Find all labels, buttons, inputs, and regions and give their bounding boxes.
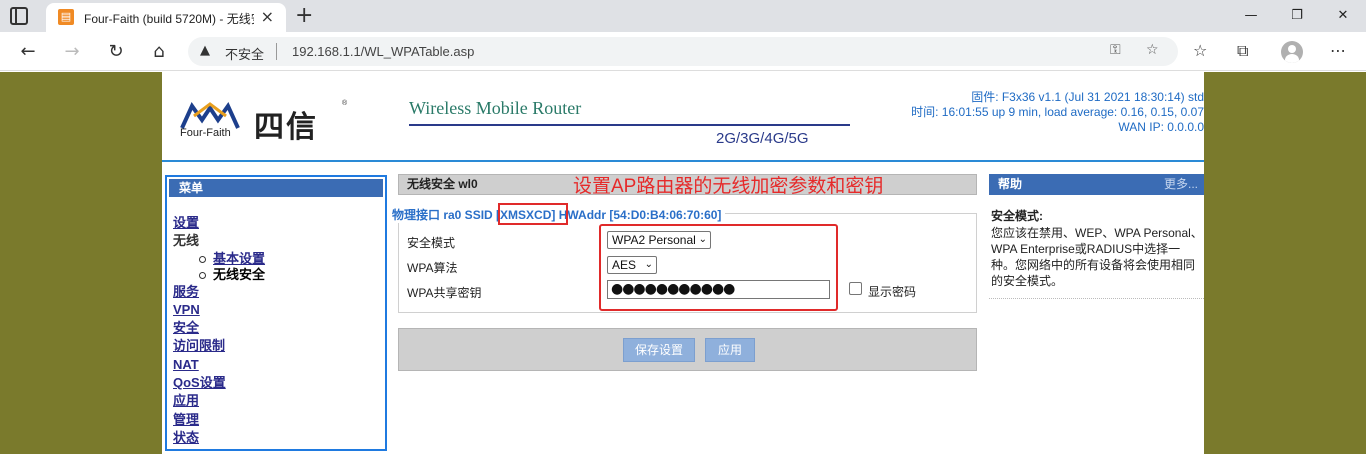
menu-item-nat[interactable]: NAT [173,356,383,374]
router-favicon-icon: ▤ [58,9,74,25]
browser-tab-bar: ▤ Four-Faith (build 5720M) - 无线安全 × + — … [0,0,1366,32]
router-page: 四信 Four-Faith ® Wireless Mobile Router 2… [162,72,1204,454]
psk-label: WPA共享密钥 [407,286,482,300]
product-name: Wireless Mobile Router [409,98,582,118]
menu-item-applications[interactable]: 应用 [173,392,383,410]
header-divider [162,160,1204,162]
firmware-version: 固件: F3x36 v1.1 (Jul 31 2021 18:30:14) st… [971,90,1204,104]
address-divider [276,43,277,60]
product-underline [409,124,850,126]
forward-icon: → [64,41,80,62]
close-window-icon[interactable]: ✕ [1320,0,1366,32]
help-more-link[interactable]: 更多... [1164,174,1198,195]
menu-item-setup[interactable]: 设置 [173,214,383,232]
browser-toolbar: ← → ↻ ⌂ ▲ 不安全 192.168.1.1/WL_WPATable.as… [0,32,1366,71]
menu-item-services[interactable]: 服务 [173,283,383,301]
save-settings-button[interactable]: 保存设置 [623,338,695,362]
submenu-item-wireless-security: 无线安全 [197,267,383,283]
menu-item-access-restrictions[interactable]: 访问限制 [173,337,383,355]
submenu-item-basic-settings[interactable]: 基本设置 [197,251,383,267]
settings-highlight-box [599,224,838,311]
address-bar[interactable]: ▲ 不安全 192.168.1.1/WL_WPATable.asp ⚿ ☆ [188,37,1178,66]
security-mode-label: 安全模式 [407,236,456,250]
logo-text-cn: 四信 [254,110,318,145]
window-controls: — ❐ ✕ [1228,0,1366,32]
new-tab-icon[interactable]: + [295,3,313,28]
help-title: 帮助 [998,177,1023,191]
help-title-bar: 帮助 更多... [989,174,1204,195]
menu-item-security[interactable]: 安全 [173,319,383,337]
menu-item-vpn[interactable]: VPN [173,301,383,319]
annotation-text: 设置AP路由器的无线加密参数和密钥 [573,176,884,197]
logo-text-en: Four-Faith [180,127,231,139]
sidebar-menu: 菜单 设置 无线 基本设置 无线安全 服务 VPN 安全 访问限制 NAT Qo… [165,175,387,451]
menu-item-status[interactable]: 状态 [173,429,383,447]
help-text: 您应该在禁用、WEP、WPA Personal、WPA Enterprise或R… [991,226,1203,288]
help-divider [989,298,1204,299]
registered-mark: ® [342,100,348,107]
back-icon[interactable]: ← [14,39,42,65]
key-icon[interactable]: ⚿ [1110,42,1121,58]
collections-icon[interactable]: ⧉ [1237,41,1248,61]
show-password-checkbox[interactable] [849,282,862,295]
wan-ip: WAN IP: 0.0.0.0 [1118,120,1204,134]
system-info: 固件: F3x36 v1.1 (Jul 31 2021 18:30:14) st… [911,90,1204,135]
interface-label: 物理接口 ra0 SSID [392,208,497,222]
network-bands: 2G/3G/4G/5G [716,130,809,147]
browser-tab[interactable]: ▤ Four-Faith (build 5720M) - 无线安全 × [46,3,286,32]
tab-title: Four-Faith (build 5720M) - 无线安全 [84,12,254,26]
restore-icon[interactable]: ❐ [1274,0,1320,32]
more-options-icon[interactable]: ⋯ [1330,41,1346,60]
reload-icon[interactable]: ↻ [102,39,130,65]
uptime: 时间: 16:01:55 up 9 min, load average: 0.1… [911,105,1204,119]
security-status[interactable]: 不安全 [225,44,264,63]
ssid-highlight-box [498,203,568,225]
help-heading: 安全模式: [991,209,1043,223]
close-tab-icon[interactable]: × [261,7,274,26]
menu-title: 菜单 [169,179,383,197]
warning-icon[interactable]: ▲ [200,43,210,58]
menu-item-administration[interactable]: 管理 [173,411,383,429]
favorites-icon[interactable]: ☆ [1193,41,1207,60]
home-icon[interactable]: ⌂ [145,39,173,65]
four-faith-logo-icon [180,102,240,129]
add-favorite-icon[interactable]: ☆ [1146,42,1159,58]
minimize-icon[interactable]: — [1228,0,1274,32]
menu-item-wireless: 无线 [173,233,200,249]
wpa-algorithm-label: WPA算法 [407,261,458,275]
url-text[interactable]: 192.168.1.1/WL_WPATable.asp [292,44,474,59]
apply-button[interactable]: 应用 [705,338,755,362]
menu-item-qos[interactable]: QoS设置 [173,374,383,392]
show-password-label: 显示密码 [868,285,917,299]
profile-avatar[interactable] [1281,41,1303,63]
tab-actions-icon[interactable] [10,7,28,25]
hwaddr-value: HWAddr [54:D0:B4:06:70:60] [555,208,722,222]
